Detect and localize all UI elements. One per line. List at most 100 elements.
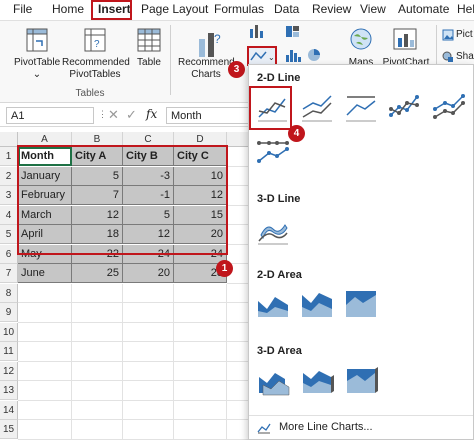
column-chart-icon[interactable] — [248, 23, 266, 39]
empty-cell[interactable] — [227, 166, 250, 186]
insert-function-icon[interactable]: fx — [146, 107, 157, 121]
pivottable-dropdown-icon[interactable]: ⌄ — [32, 69, 42, 81]
tab-help[interactable]: Help — [457, 2, 474, 16]
empty-cell[interactable] — [227, 342, 250, 362]
empty-cell[interactable] — [227, 186, 250, 206]
recommended-pivottables-button[interactable]: ? — [80, 27, 110, 55]
empty-cell[interactable] — [227, 420, 250, 440]
empty-cell[interactable] — [72, 342, 123, 362]
stacked-line-with-markers-option[interactable] — [431, 91, 467, 125]
row-header[interactable]: 7 — [0, 264, 18, 283]
hierarchy-chart-icon[interactable] — [284, 23, 302, 39]
row-header[interactable]: 13 — [0, 381, 18, 400]
empty-cell[interactable] — [72, 322, 123, 342]
tab-automate[interactable]: Automate — [398, 2, 449, 16]
table-cell[interactable]: 25 — [72, 264, 123, 283]
pictures-label[interactable]: Pict — [456, 29, 474, 41]
formula-input[interactable]: Month — [166, 107, 256, 124]
more-line-charts-item[interactable]: More Line Charts... — [257, 419, 471, 437]
row-header[interactable]: 10 — [0, 322, 18, 342]
empty-cell[interactable] — [227, 225, 250, 245]
empty-cell[interactable] — [72, 400, 123, 420]
empty-cell[interactable] — [227, 322, 250, 342]
tab-page-layout[interactable]: Page Layout — [141, 2, 208, 16]
table-button[interactable] — [134, 27, 164, 55]
row-header[interactable]: 4 — [0, 205, 18, 225]
row-header[interactable]: 15 — [0, 420, 18, 439]
empty-cell[interactable] — [174, 420, 227, 440]
empty-cell[interactable] — [123, 283, 174, 303]
empty-cell[interactable] — [18, 400, 72, 420]
empty-cell[interactable] — [123, 322, 174, 342]
row-header[interactable]: 1 — [0, 147, 18, 166]
empty-cell[interactable] — [174, 322, 227, 342]
name-box-dropdown-icon[interactable]: ⋮ — [98, 109, 107, 120]
tab-review[interactable]: Review — [312, 2, 351, 16]
table-cell[interactable]: 20 — [123, 264, 174, 283]
empty-cell[interactable] — [72, 381, 123, 401]
empty-cell[interactable] — [18, 342, 72, 362]
empty-cell[interactable] — [18, 322, 72, 342]
empty-cell[interactable] — [72, 303, 123, 323]
empty-cell[interactable] — [227, 400, 250, 420]
empty-cell[interactable] — [174, 381, 227, 401]
tab-view[interactable]: View — [360, 2, 386, 16]
empty-cell[interactable] — [123, 303, 174, 323]
area-chart-option[interactable] — [255, 287, 291, 321]
table-cell[interactable]: June — [18, 264, 72, 283]
maps-button[interactable] — [348, 26, 374, 52]
empty-cell[interactable] — [123, 361, 174, 381]
3d-line-chart-option[interactable] — [255, 213, 291, 247]
100-stacked-area-chart-option[interactable] — [343, 287, 379, 321]
row-header[interactable]: 3 — [0, 186, 18, 205]
row-header[interactable]: 8 — [0, 283, 18, 303]
100-stacked-line-with-markers-option[interactable] — [255, 137, 291, 171]
empty-cell[interactable] — [18, 381, 72, 401]
empty-cell[interactable] — [227, 205, 250, 225]
3d-100-stacked-area-chart-option[interactable] — [343, 363, 379, 397]
3d-area-chart-option[interactable] — [255, 363, 291, 397]
line-with-markers-option[interactable] — [387, 91, 423, 125]
confirm-icon[interactable]: ✓ — [126, 107, 137, 123]
row-header[interactable]: 6 — [0, 244, 18, 264]
shapes-label[interactable]: Shap — [456, 51, 474, 63]
tab-home[interactable]: Home — [52, 2, 84, 16]
empty-cell[interactable] — [72, 283, 123, 303]
row-header[interactable]: 14 — [0, 400, 18, 420]
tab-file[interactable]: File — [13, 2, 32, 16]
empty-cell[interactable] — [174, 342, 227, 362]
shapes-icon[interactable] — [442, 51, 454, 63]
row-header[interactable]: 11 — [0, 342, 18, 361]
cancel-icon[interactable]: ✕ — [108, 107, 119, 123]
empty-cell[interactable] — [227, 303, 250, 323]
tab-formulas[interactable]: Formulas — [214, 2, 264, 16]
empty-cell[interactable] — [18, 361, 72, 381]
row-header[interactable]: 2 — [0, 166, 18, 186]
3d-stacked-area-chart-option[interactable] — [299, 363, 335, 397]
empty-cell[interactable] — [174, 283, 227, 303]
empty-cell[interactable] — [227, 361, 250, 381]
recommended-charts-button[interactable]: ? — [196, 29, 226, 59]
stacked-line-chart-option[interactable] — [299, 91, 335, 125]
empty-cell[interactable] — [18, 303, 72, 323]
pivotchart-button[interactable] — [392, 26, 418, 52]
empty-cell[interactable] — [18, 420, 72, 440]
statistic-chart-icon[interactable] — [284, 47, 302, 63]
empty-cell[interactable] — [18, 283, 72, 303]
select-all-corner[interactable] — [0, 132, 18, 147]
empty-cell[interactable] — [123, 381, 174, 401]
line-chart-dropdown-button[interactable]: ⌄ — [247, 46, 277, 66]
empty-cell[interactable] — [174, 361, 227, 381]
empty-cell[interactable] — [123, 420, 174, 440]
row-header[interactable]: 9 — [0, 303, 18, 322]
pivottable-button[interactable] — [22, 27, 52, 55]
row-header[interactable]: 12 — [0, 361, 18, 381]
empty-cell[interactable] — [123, 400, 174, 420]
column-header-e[interactable] — [227, 132, 250, 147]
empty-cell[interactable] — [227, 283, 250, 303]
pie-chart-icon[interactable] — [305, 47, 325, 63]
empty-cell[interactable] — [72, 420, 123, 440]
stacked-area-chart-option[interactable] — [299, 287, 335, 321]
empty-cell[interactable] — [174, 303, 227, 323]
empty-cell[interactable] — [174, 400, 227, 420]
